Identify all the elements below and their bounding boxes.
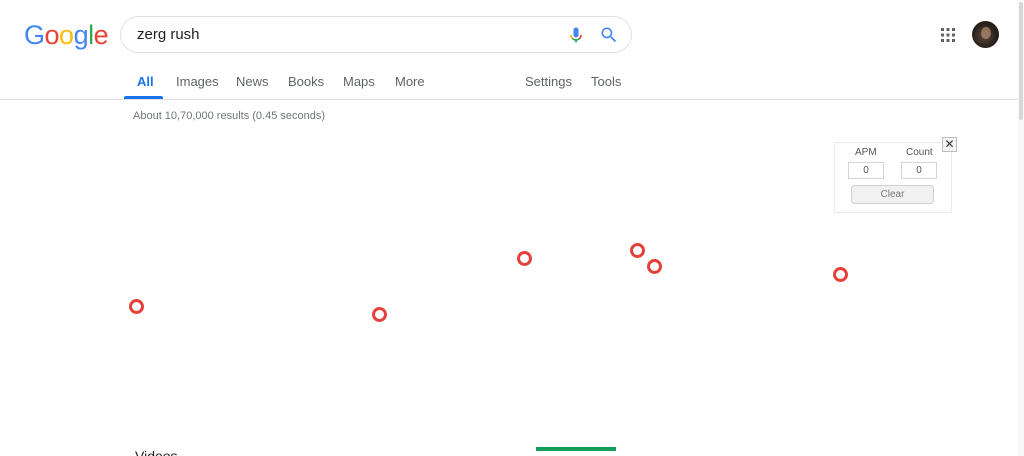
zerg-rush-score-panel: APM Count 0 0 Clear xyxy=(834,142,952,213)
green-progress-bar xyxy=(536,447,616,451)
zergling-icon[interactable] xyxy=(129,299,144,314)
videos-heading: Videos xyxy=(135,448,178,456)
logo-letter: g xyxy=(73,20,89,50)
tab-more[interactable]: More xyxy=(395,74,425,89)
zergling-icon[interactable] xyxy=(372,307,387,322)
count-label: Count xyxy=(906,147,933,158)
logo-letter: o xyxy=(59,20,74,50)
microphone-icon[interactable] xyxy=(566,25,586,45)
zergling-icon[interactable] xyxy=(833,267,848,282)
zergling-icon[interactable] xyxy=(647,259,662,274)
header: Google All Images News Books Maps More S… xyxy=(0,0,1024,100)
tab-maps[interactable]: Maps xyxy=(343,74,375,89)
tab-settings[interactable]: Settings xyxy=(525,74,572,89)
active-tab-indicator xyxy=(124,96,163,99)
tab-all[interactable]: All xyxy=(137,74,154,89)
clear-button[interactable]: Clear xyxy=(851,185,934,204)
search-box[interactable] xyxy=(120,16,632,53)
zergling-icon[interactable] xyxy=(517,251,532,266)
zergling-icon[interactable] xyxy=(630,243,645,258)
scrollbar-thumb[interactable] xyxy=(1019,2,1023,120)
search-icon[interactable] xyxy=(599,25,619,45)
apm-label: APM xyxy=(855,147,877,158)
tab-tools[interactable]: Tools xyxy=(591,74,621,89)
logo-letter: e xyxy=(93,20,109,50)
logo-letter: G xyxy=(24,20,45,50)
logo-letter: o xyxy=(44,20,60,50)
apm-value: 0 xyxy=(848,162,884,179)
google-logo[interactable]: Google xyxy=(24,20,109,51)
tab-books[interactable]: Books xyxy=(288,74,324,89)
avatar[interactable] xyxy=(972,21,999,48)
close-icon[interactable]: ✕ xyxy=(942,137,957,152)
result-stats: About 10,70,000 results (0.45 seconds) xyxy=(133,110,326,122)
count-value: 0 xyxy=(901,162,937,179)
tab-news[interactable]: News xyxy=(236,74,269,89)
tab-images[interactable]: Images xyxy=(176,74,219,89)
apps-grid-icon[interactable] xyxy=(941,28,955,42)
search-input[interactable] xyxy=(137,17,557,52)
